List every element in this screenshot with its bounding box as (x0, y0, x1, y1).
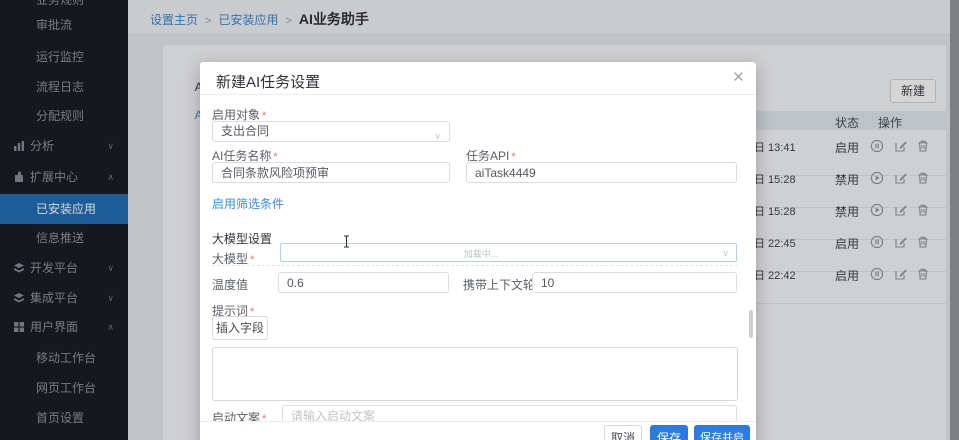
task-api-input[interactable] (466, 162, 737, 183)
text-cursor-icon (342, 235, 351, 248)
cancel-button[interactable]: 取消 (604, 425, 642, 440)
chevron-down-icon: ∨ (434, 127, 441, 146)
model-settings-section-label: 大模型设置 (212, 230, 272, 247)
loading-text: 加载中... (281, 247, 681, 260)
enable-filter-link[interactable]: 启用筛选条件 (212, 195, 284, 212)
modal-footer: 取消 保存 保存并启用 (200, 421, 756, 440)
modal-title: 新建AI任务设置 (216, 71, 320, 92)
enable-target-select[interactable]: 支出合同 ∨ (212, 121, 450, 142)
modal-header-divider (200, 94, 756, 95)
save-and-enable-button[interactable]: 保存并启用 (694, 425, 750, 440)
save-button[interactable]: 保存 (650, 425, 688, 440)
insert-field-button[interactable]: 插入字段 (212, 316, 268, 340)
dropdown-divider (212, 265, 738, 266)
close-icon[interactable]: × (733, 66, 744, 90)
new-ai-task-modal: 新建AI任务设置 × 启用对象* 支出合同 ∨ AI任务名称* 任务API* 启… (200, 62, 756, 440)
modal-scrollbar-thumb[interactable] (749, 310, 753, 338)
temperature-label: 温度值 (212, 276, 248, 293)
prompt-textarea[interactable] (212, 347, 738, 401)
chevron-down-icon: ∨ (722, 248, 729, 259)
task-name-input[interactable] (212, 162, 450, 183)
context-rounds-input[interactable] (532, 272, 737, 293)
temperature-input[interactable] (278, 272, 449, 293)
